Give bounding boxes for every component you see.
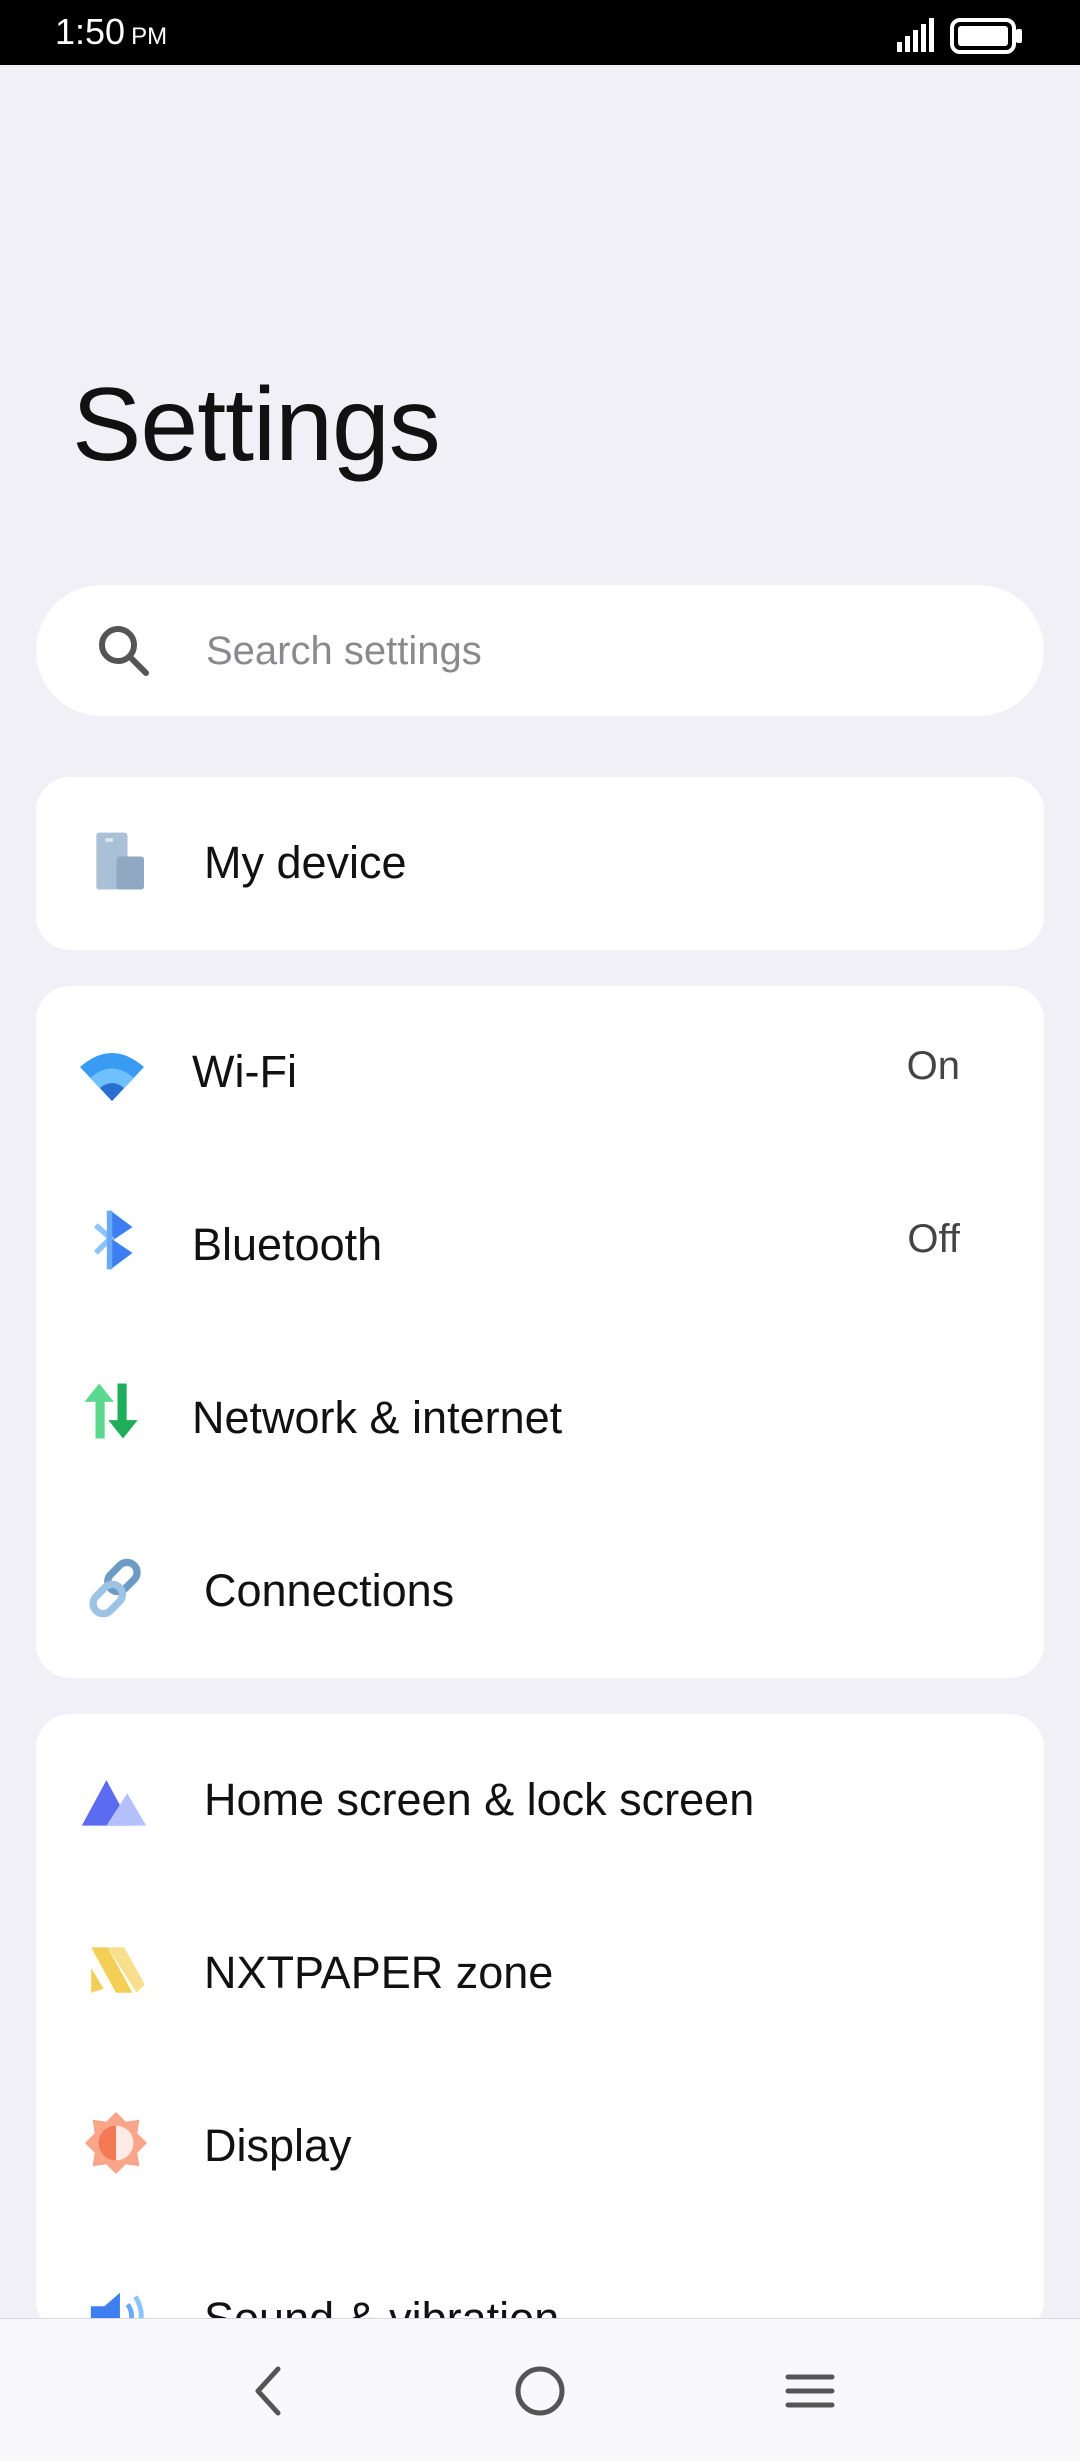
- status-time-value: 1:50: [55, 11, 126, 52]
- bluetooth-status-value: Off: [907, 1217, 960, 1261]
- status-time: 1:50 PM: [55, 12, 167, 57]
- display-sun-icon: [84, 2111, 148, 2175]
- settings-item-bluetooth[interactable]: Bluetooth Off: [36, 1159, 1044, 1332]
- system-navigation-bar: [0, 2318, 1080, 2461]
- settings-item-label: Wi-Fi: [192, 1046, 297, 1097]
- settings-item-label: My device: [204, 837, 407, 888]
- wifi-status-value: On: [906, 1044, 960, 1088]
- search-input[interactable]: [204, 617, 988, 685]
- settings-item-label: NXTPAPER zone: [204, 1947, 554, 1998]
- search-bar[interactable]: [36, 585, 1044, 716]
- phone-device-icon: [96, 832, 144, 890]
- settings-item-network-internet[interactable]: Network & internet: [36, 1332, 1044, 1505]
- back-chevron-icon[interactable]: [238, 2359, 302, 2423]
- mountain-icon: [81, 1780, 147, 1826]
- settings-card-personalization: Home screen & lock screen NXTPAPER zone …: [36, 1714, 1044, 2334]
- settings-item-wifi[interactable]: Wi-Fi On: [36, 986, 1044, 1159]
- status-bar: 1:50 PM: [0, 0, 1080, 65]
- page-title: Settings: [72, 367, 441, 483]
- settings-item-nxtpaper-zone[interactable]: NXTPAPER zone: [36, 1887, 1044, 2060]
- settings-item-my-device[interactable]: My device: [36, 777, 1044, 950]
- menu-lines-icon[interactable]: [778, 2359, 842, 2423]
- settings-item-label: Connections: [204, 1565, 455, 1616]
- battery-full-icon: [950, 18, 1022, 54]
- link-icon: [89, 1558, 141, 1618]
- settings-item-label: Bluetooth: [192, 1219, 383, 1270]
- wifi-icon: [80, 1053, 144, 1101]
- home-circle-icon[interactable]: [508, 2359, 572, 2423]
- settings-item-home-lock-screen[interactable]: Home screen & lock screen: [36, 1714, 1044, 1887]
- bluetooth-icon: [93, 1210, 133, 1270]
- settings-item-connections[interactable]: Connections: [36, 1505, 1044, 1678]
- settings-item-label: Network & internet: [192, 1392, 563, 1443]
- search-icon: [99, 626, 149, 676]
- network-arrows-icon: [84, 1383, 138, 1439]
- settings-item-display[interactable]: Display: [36, 2060, 1044, 2233]
- status-time-ampm: PM: [131, 23, 168, 50]
- settings-item-label: Home screen & lock screen: [204, 1774, 755, 1825]
- settings-card-device: My device: [36, 777, 1044, 950]
- cell-signal-icon: [897, 18, 934, 52]
- settings-item-label: Display: [204, 2120, 352, 2171]
- settings-card-connectivity: Wi-Fi On Bluetooth Off Network & interne…: [36, 986, 1044, 1678]
- nxtpaper-icon: [91, 1947, 145, 1993]
